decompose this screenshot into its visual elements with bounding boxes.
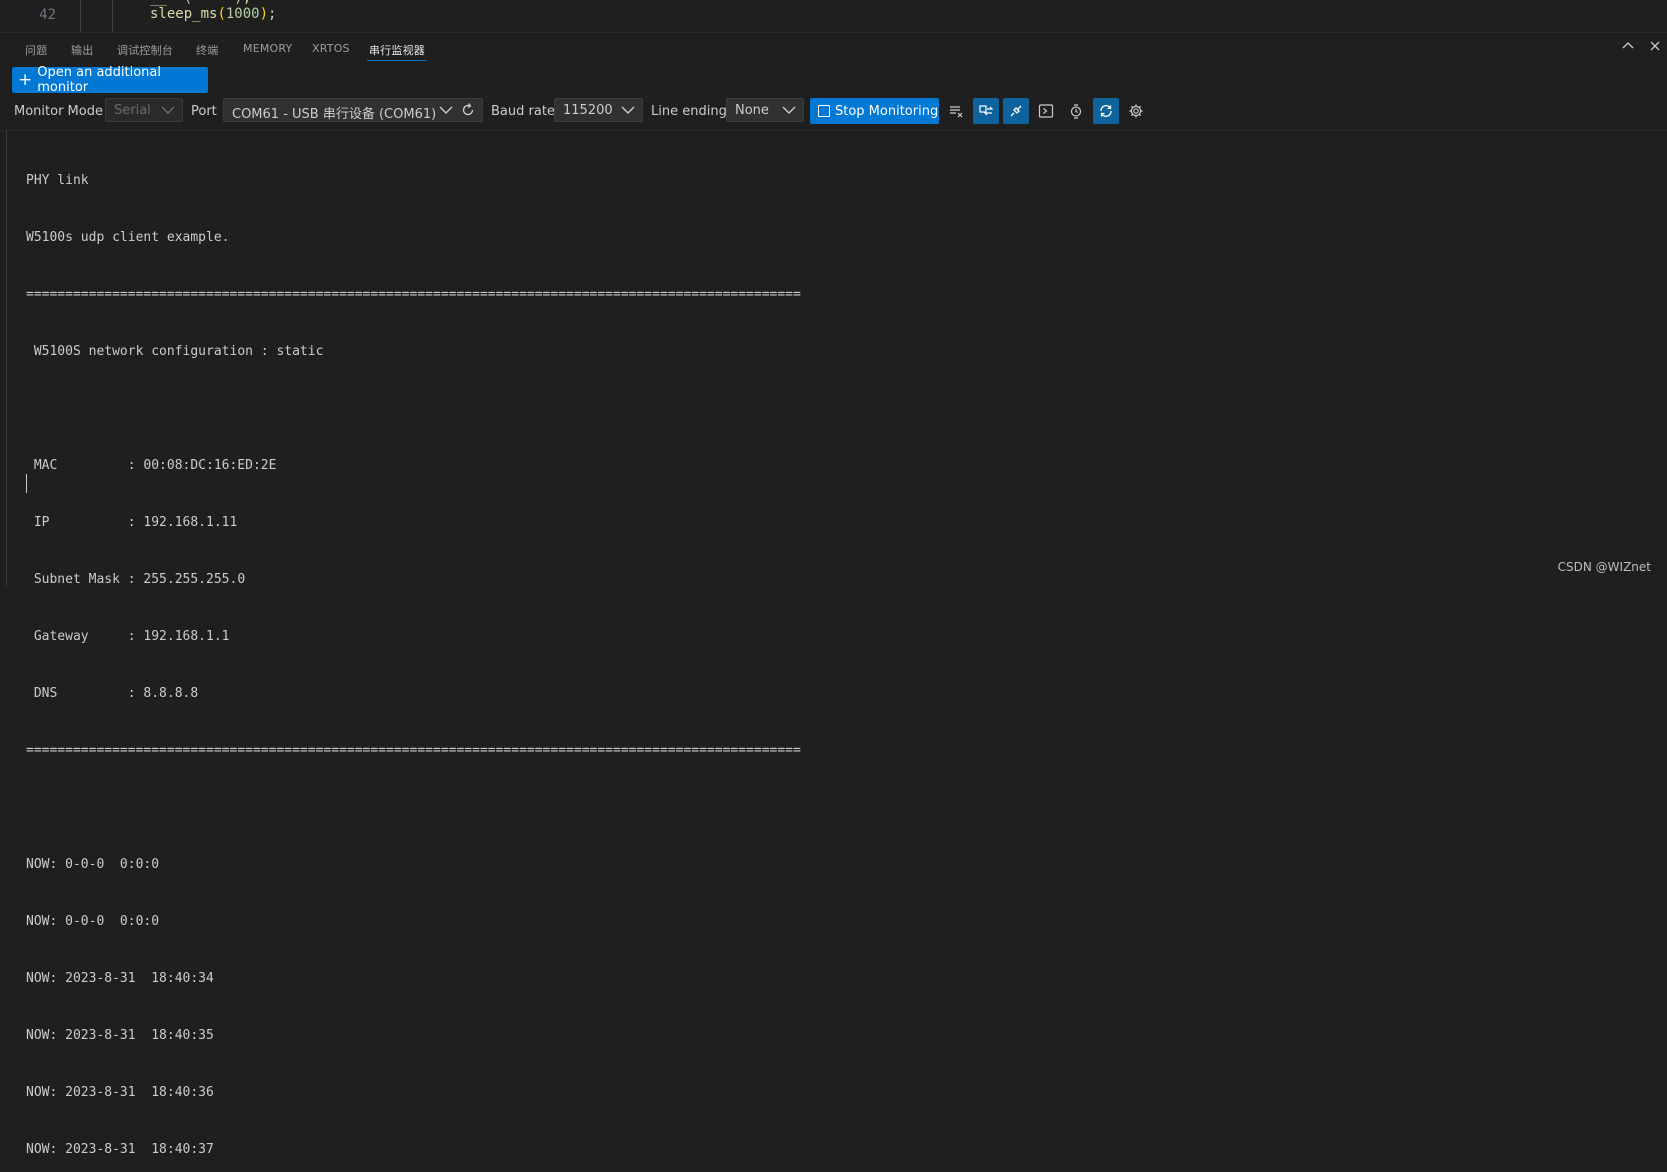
code-paren-open: ( bbox=[217, 6, 226, 22]
open-additional-monitor-button[interactable]: + Open an additional monitor bbox=[12, 65, 208, 95]
stop-monitoring-button[interactable]: Stop Monitoring bbox=[810, 98, 939, 124]
maximize-panel-icon[interactable] bbox=[1620, 38, 1636, 54]
stop-icon bbox=[818, 105, 830, 117]
output-line: ========================================… bbox=[26, 743, 801, 758]
close-panel-icon[interactable] bbox=[1647, 38, 1663, 54]
baud-rate-value: 115200 bbox=[563, 103, 613, 118]
tab-problems[interactable]: 问题 bbox=[25, 42, 47, 58]
connect-icon[interactable] bbox=[1003, 98, 1029, 124]
output-line: W5100S network configuration : static bbox=[26, 344, 324, 359]
code-editor[interactable]: 42 __ ( ); sleep_ms(1000); bbox=[0, 0, 1667, 33]
output-line: PHY link bbox=[26, 173, 89, 188]
panel-left-border bbox=[6, 131, 7, 586]
port-value: COM61 - USB 串行设备 (COM61) bbox=[232, 107, 437, 122]
tab-xrtos[interactable]: XRTOS bbox=[312, 42, 350, 55]
timestamp-icon[interactable] bbox=[1063, 98, 1089, 124]
terminal-mode-icon[interactable] bbox=[1033, 98, 1059, 124]
line-number: 42 bbox=[39, 7, 56, 23]
tab-memory[interactable]: MEMORY bbox=[243, 42, 292, 55]
stop-monitoring-label: Stop Monitoring bbox=[835, 103, 939, 119]
code-paren-close: ) bbox=[259, 6, 269, 22]
code-line[interactable]: sleep_ms(1000); bbox=[150, 6, 276, 22]
port-select[interactable]: COM61 - USB 串行设备 (COM61) bbox=[223, 98, 483, 122]
clear-output-icon[interactable] bbox=[943, 98, 969, 124]
port-label: Port bbox=[191, 104, 217, 119]
output-line: NOW: 2023-8-31 18:40:35 bbox=[26, 1028, 214, 1043]
chevron-down-icon bbox=[781, 102, 797, 118]
output-line: NOW: 0-0-0 0:0:0 bbox=[26, 857, 160, 872]
chevron-down-icon bbox=[438, 102, 454, 118]
output-line: IP : 192.168.1.11 bbox=[26, 515, 238, 530]
code-function: sleep_ms bbox=[150, 6, 218, 22]
gear-icon[interactable] bbox=[1123, 98, 1149, 124]
plus-icon: + bbox=[18, 69, 33, 90]
open-monitor-label: Open an additional monitor bbox=[37, 65, 162, 95]
watermark: CSDN @WIZnet bbox=[1557, 560, 1651, 574]
toolbar-divider bbox=[0, 130, 1667, 131]
output-line: MAC : 00:08:DC:16:ED:2E bbox=[26, 458, 277, 473]
indent-guide bbox=[80, 0, 81, 32]
code-number: 1000 bbox=[225, 6, 260, 22]
chevron-down-icon bbox=[160, 102, 176, 118]
active-tab-indicator bbox=[367, 60, 426, 61]
tab-serial-monitor[interactable]: 串行监视器 bbox=[369, 42, 425, 58]
tab-terminal[interactable]: 终端 bbox=[196, 42, 218, 58]
panel-tab-bar: 问题 输出 调试控制台 终端 MEMORY XRTOS 串行监视器 bbox=[0, 32, 1667, 64]
indent-guide bbox=[112, 0, 113, 32]
autoscroll-icon[interactable] bbox=[1093, 98, 1119, 124]
baud-rate-label: Baud rate bbox=[491, 104, 555, 119]
toggle-hex-icon[interactable] bbox=[973, 98, 999, 124]
tab-output[interactable]: 输出 bbox=[71, 42, 93, 58]
monitor-mode-value: Serial bbox=[114, 103, 151, 118]
output-line: NOW: 2023-8-31 18:40:34 bbox=[26, 971, 214, 986]
output-line: W5100s udp client example. bbox=[26, 230, 230, 245]
tab-debug-console[interactable]: 调试控制台 bbox=[117, 42, 173, 58]
output-line: ========================================… bbox=[26, 287, 801, 302]
serial-output[interactable]: PHY link W5100s udp client example. ====… bbox=[26, 133, 1646, 1172]
line-ending-value: None bbox=[735, 103, 769, 118]
output-line: Subnet Mask : 255.255.255.0 bbox=[26, 572, 246, 587]
text-cursor bbox=[26, 474, 27, 493]
output-line: NOW: 2023-8-31 18:40:36 bbox=[26, 1085, 214, 1100]
chevron-down-icon bbox=[620, 102, 636, 118]
line-ending-label: Line ending bbox=[651, 104, 727, 119]
monitor-mode-label: Monitor Mode bbox=[14, 104, 103, 119]
output-line: NOW: 0-0-0 0:0:0 bbox=[26, 914, 160, 929]
baud-rate-select[interactable]: 115200 bbox=[554, 98, 643, 122]
output-line: DNS : 8.8.8.8 bbox=[26, 686, 199, 701]
line-ending-select[interactable]: None bbox=[726, 98, 804, 122]
output-line: NOW: 2023-8-31 18:40:37 bbox=[26, 1142, 214, 1157]
output-line: Gateway : 192.168.1.1 bbox=[26, 629, 230, 644]
code-semicolon: ; bbox=[268, 6, 277, 22]
monitor-mode-select: Serial bbox=[105, 98, 183, 122]
refresh-icon[interactable] bbox=[460, 102, 476, 118]
